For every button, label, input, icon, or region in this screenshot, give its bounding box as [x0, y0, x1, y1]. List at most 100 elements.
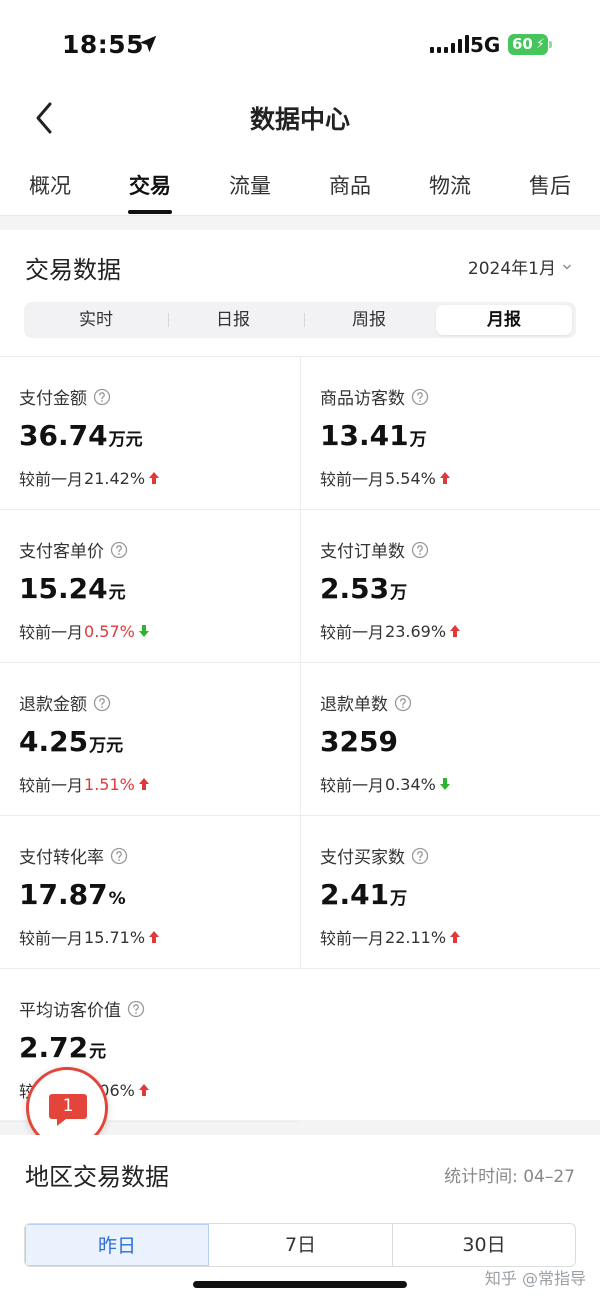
compare-prefix: 较前一月	[320, 623, 385, 642]
metric-label: 支付订单数	[320, 537, 429, 562]
metric-comparison: 较前一月 5.54%	[320, 466, 451, 490]
arrow-up-icon	[138, 778, 149, 790]
metric-number: 17.87	[19, 878, 108, 911]
metric-number: 2.53	[320, 572, 390, 605]
metric-card[interactable]: 支付金额 36.74万元较前一月 21.42%	[0, 357, 300, 510]
metric-unit: 万	[409, 430, 427, 450]
metric-label: 退款单数	[320, 690, 412, 715]
period-weekly[interactable]: 周报	[301, 305, 437, 335]
metric-card[interactable]: 支付客单价 15.24元较前一月 0.57%	[0, 510, 300, 663]
change-percent: 15.71%	[84, 927, 146, 947]
metric-label: 支付客单价	[19, 537, 128, 562]
period-monthly[interactable]: 月报	[436, 305, 572, 335]
metric-number: 13.41	[320, 419, 409, 452]
metric-label-text: 支付客单价	[19, 542, 104, 562]
metric-card[interactable]: 商品访客数 13.41万较前一月 5.54%	[300, 357, 600, 510]
arrow-down-icon	[138, 625, 149, 637]
tab-after-sales[interactable]: 售后	[500, 170, 600, 200]
metric-label: 支付转化率	[19, 843, 128, 868]
metric-label: 平均访客价值	[19, 996, 145, 1021]
tab-products[interactable]: 商品	[300, 170, 400, 200]
period-realtime[interactable]: 实时	[28, 305, 164, 335]
change-percent: 1.51%	[84, 774, 135, 794]
location-arrow-icon	[139, 35, 157, 53]
metric-value: 2.41万	[320, 878, 407, 911]
metric-comparison: 较前一月 23.69%	[320, 619, 461, 643]
help-circle-icon[interactable]	[110, 541, 128, 559]
arrow-up-icon	[149, 472, 160, 484]
metric-value: 13.41万	[320, 419, 427, 452]
compare-prefix: 较前一月	[19, 776, 84, 795]
metric-label-text: 平均访客价值	[19, 1001, 121, 1021]
cellular-signal-icon	[430, 35, 469, 53]
range-30-days[interactable]: 30日	[393, 1224, 575, 1266]
nav-bar: 数据中心	[0, 88, 600, 150]
metric-comparison: 较前一月 22.11%	[320, 925, 461, 949]
help-circle-icon[interactable]	[93, 694, 111, 712]
range-yesterday[interactable]: 昨日	[25, 1224, 209, 1266]
arrow-up-icon	[149, 931, 160, 943]
metric-value: 4.25万元	[19, 725, 123, 758]
tab-bar: 概况 交易 流量 商品 物流 售后	[0, 150, 600, 216]
metric-unit: 万	[390, 889, 408, 909]
arrow-up-icon	[450, 625, 461, 637]
change-percent: 21.42%	[84, 468, 146, 488]
tab-trade[interactable]: 交易	[100, 170, 200, 200]
selected-month: 2024年1月	[467, 259, 556, 279]
compare-prefix: 较前一月	[19, 470, 84, 489]
range-7-days[interactable]: 7日	[209, 1224, 392, 1266]
metric-unit: 万	[390, 583, 408, 603]
metric-label: 商品访客数	[320, 384, 429, 409]
tab-traffic[interactable]: 流量	[200, 170, 300, 200]
help-circle-icon[interactable]	[127, 1000, 145, 1018]
arrow-down-icon	[439, 778, 450, 790]
help-circle-icon[interactable]	[411, 541, 429, 559]
month-selector[interactable]: 2024年1月	[468, 254, 572, 279]
period-daily[interactable]: 日报	[165, 305, 301, 335]
charging-bolt-icon: ⚡	[535, 37, 545, 52]
tab-logistics[interactable]: 物流	[400, 170, 500, 200]
home-indicator[interactable]	[193, 1281, 407, 1288]
metric-label: 支付金额	[19, 384, 111, 409]
metrics-grid: 支付金额 36.74万元 较前一月 21.42% 商品访客数 13.41万 较前一月 5.54…	[0, 356, 600, 1122]
change-percent: 0.57%	[84, 621, 135, 641]
metric-label-text: 退款单数	[320, 695, 388, 715]
metric-card[interactable]: 支付买家数 2.41万 较前一月 22.11%	[300, 816, 600, 969]
network-type: 5G	[470, 33, 501, 57]
section-title: 交易数据	[25, 256, 121, 284]
metric-card[interactable]: 支付转化率 17.87% 较前一月 15.71%	[0, 816, 300, 969]
active-tab-indicator	[128, 210, 172, 214]
stat-time: 统计时间: 04–27	[444, 1167, 575, 1187]
watermark: 知乎 @常指导	[484, 1269, 586, 1288]
metric-unit: 万元	[108, 430, 143, 450]
status-bar: 18:55 5G 60 ⚡	[0, 0, 600, 88]
metric-comparison: 较前一月 0.34%	[320, 772, 451, 796]
metric-card[interactable]: 退款金额 4.25万元较前一月 1.51%	[0, 663, 300, 816]
metric-value: 2.53万	[320, 572, 407, 605]
change-percent: 23.69%	[385, 621, 447, 641]
metric-number: 2.41	[320, 878, 390, 911]
arrow-up-icon	[450, 931, 461, 943]
metric-card[interactable]: 支付订单数 2.53万较前一月 23.69%	[300, 510, 600, 663]
metric-label-text: 支付订单数	[320, 542, 405, 562]
help-circle-icon[interactable]	[411, 847, 429, 865]
metric-value: 17.87%	[19, 878, 126, 911]
metric-comparison: 较前一月 21.42%	[19, 466, 160, 490]
compare-prefix: 较前一月	[19, 623, 84, 642]
range-segmented-control: 昨日 7日 30日	[24, 1223, 576, 1267]
tab-overview[interactable]: 概况	[0, 170, 100, 200]
help-circle-icon[interactable]	[394, 694, 412, 712]
metric-card[interactable]: 退款单数 3259 较前一月 0.34%	[300, 663, 600, 816]
help-circle-icon[interactable]	[411, 388, 429, 406]
help-circle-icon[interactable]	[93, 388, 111, 406]
metric-value: 15.24元	[19, 572, 126, 605]
compare-prefix: 较前一月	[19, 929, 84, 948]
metric-label: 退款金额	[19, 690, 111, 715]
metric-comparison: 较前一月 1.51%	[19, 772, 150, 796]
metric-label-text: 支付转化率	[19, 848, 104, 868]
help-circle-icon[interactable]	[110, 847, 128, 865]
metric-number: 3259	[320, 725, 398, 758]
metric-comparison: 较前一月 0.57%	[19, 619, 150, 643]
metric-number: 36.74	[19, 419, 108, 452]
page-title: 数据中心	[249, 105, 350, 134]
